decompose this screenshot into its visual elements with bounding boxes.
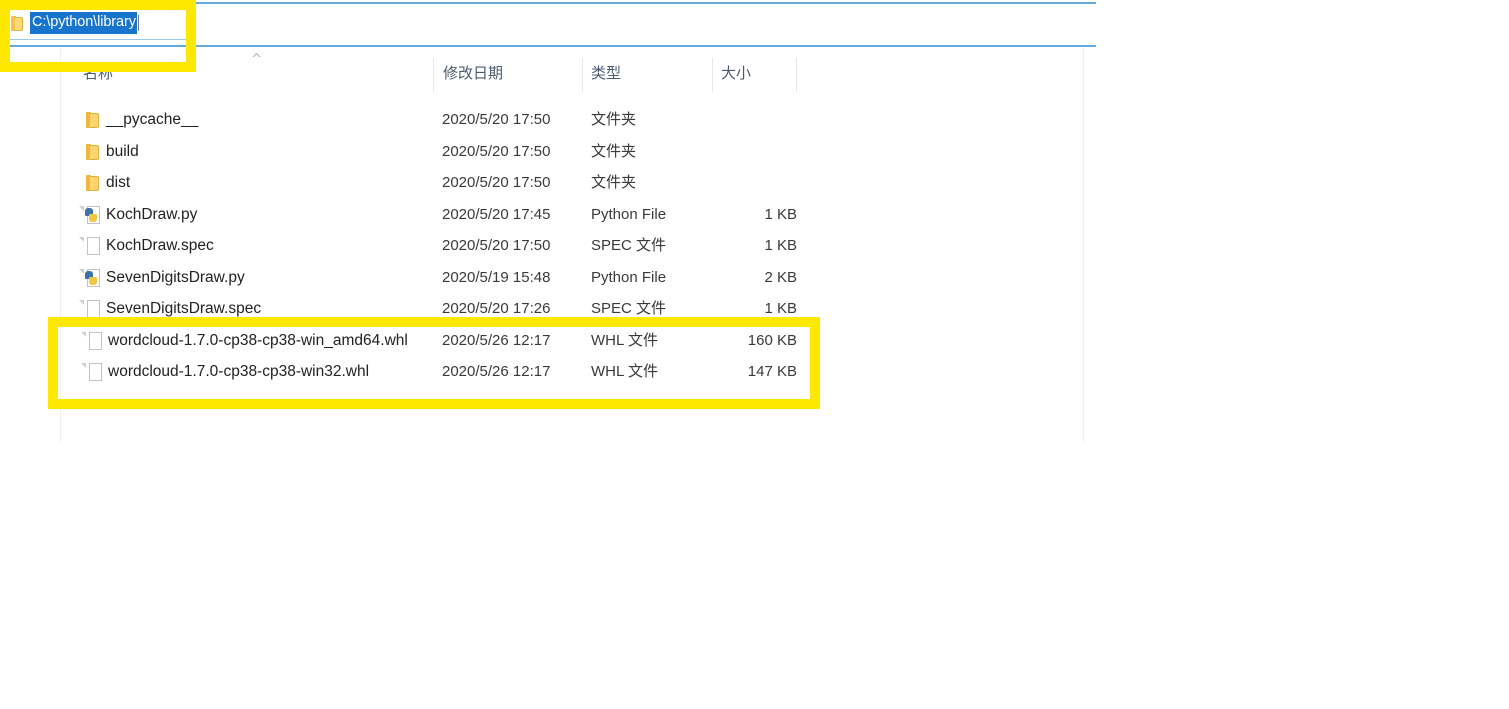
file-type-cell: SPEC 文件 bbox=[591, 300, 667, 317]
file-name-cell[interactable]: SevenDigitsDraw.py bbox=[106, 262, 245, 294]
file-icon-cell bbox=[79, 205, 103, 225]
file-name-cell[interactable]: build bbox=[106, 136, 139, 168]
file-type-cell: SPEC 文件 bbox=[591, 237, 667, 254]
date-modified-cell: 2020/5/20 17:50 bbox=[442, 237, 551, 254]
column-header-date-modified[interactable]: 修改日期 bbox=[443, 64, 503, 84]
address-bar-top-rule bbox=[0, 2, 1096, 4]
file-size-cell: 147 KB bbox=[747, 363, 797, 380]
date-modified-cell: 2020/5/26 12:17 bbox=[442, 331, 551, 349]
date-modified-cell: 2020/5/20 17:45 bbox=[442, 205, 551, 223]
file-icon-cell bbox=[81, 331, 105, 351]
date-modified-cell: 2020/5/26 12:17 bbox=[442, 363, 551, 380]
file-type-cell: 文件夹 bbox=[591, 111, 637, 128]
file-type-cell: Python File bbox=[591, 205, 667, 223]
file-type-cell: WHL 文件 bbox=[591, 363, 658, 380]
file-name-cell[interactable]: KochDraw.spec bbox=[106, 230, 214, 262]
table-row[interactable]: build 2020/5/20 17:50 文件夹 bbox=[61, 136, 1083, 168]
text-caret bbox=[137, 15, 139, 31]
table-row[interactable]: SevenDigitsDraw.spec 2020/5/20 17:26 SPEC … bbox=[61, 293, 1083, 325]
file-icon-cell bbox=[79, 268, 103, 288]
table-row[interactable]: KochDraw.py 2020/5/20 17:45 Python File 1 K… bbox=[61, 199, 1083, 231]
file-type-cell: 文件夹 bbox=[591, 142, 637, 160]
table-row[interactable]: wordcloud-1.7.0-cp38-cp38-win32.whl 2020/… bbox=[61, 356, 1083, 388]
file-icon-cell bbox=[85, 142, 103, 162]
table-row[interactable]: KochDraw.spec 2020/5/20 17:50 SPEC 文件 1 KB bbox=[61, 230, 1083, 262]
column-header-type[interactable]: 类型 bbox=[591, 64, 621, 84]
file-name-cell[interactable]: SevenDigitsDraw.spec bbox=[106, 293, 261, 325]
file-rows: __pycache__ 2020/5/20 17:50 文件夹 build 2020/5… bbox=[61, 104, 1083, 388]
table-row[interactable]: dist 2020/5/20 17:50 文件夹 bbox=[61, 167, 1083, 199]
table-row[interactable]: __pycache__ 2020/5/20 17:50 文件夹 bbox=[61, 104, 1083, 136]
folder-icon bbox=[11, 15, 24, 31]
file-icon-cell bbox=[85, 110, 103, 130]
file-type-cell: WHL 文件 bbox=[591, 331, 658, 349]
address-bar-input[interactable]: C:\python\library bbox=[4, 6, 190, 40]
date-modified-cell: 2020/5/20 17:50 bbox=[442, 142, 551, 160]
column-header-name[interactable]: 名称 bbox=[83, 64, 113, 84]
file-icon-cell bbox=[85, 173, 103, 193]
file-size-cell: 1 KB bbox=[764, 300, 797, 317]
date-modified-cell: 2020/5/20 17:50 bbox=[442, 111, 551, 128]
file-name-cell[interactable]: dist bbox=[106, 167, 130, 199]
table-row[interactable]: SevenDigitsDraw.py 2020/5/19 15:48 Python … bbox=[61, 262, 1083, 294]
file-name-cell[interactable]: KochDraw.py bbox=[106, 199, 197, 231]
file-icon-cell bbox=[79, 236, 103, 256]
date-modified-cell: 2020/5/20 17:50 bbox=[442, 174, 551, 191]
file-icon-cell bbox=[79, 299, 103, 319]
file-icon-cell bbox=[81, 362, 105, 382]
column-header-size[interactable]: 大小 bbox=[721, 64, 751, 84]
date-modified-cell: 2020/5/20 17:26 bbox=[442, 300, 551, 317]
file-name-cell[interactable]: wordcloud-1.7.0-cp38-cp38-win32.whl bbox=[108, 356, 369, 388]
file-size-cell: 1 KB bbox=[764, 237, 797, 254]
file-type-cell: 文件夹 bbox=[591, 174, 637, 191]
address-path-text[interactable]: C:\python\library bbox=[30, 12, 137, 34]
file-name-cell[interactable]: __pycache__ bbox=[106, 104, 198, 136]
column-header-row: 名称 修改日期 类型 大小 bbox=[61, 64, 1083, 98]
file-list-panel: ^ 名称 修改日期 类型 大小 __pycache__ 2020/5/20 17:… bbox=[60, 48, 1084, 444]
file-type-cell: Python File bbox=[591, 268, 667, 286]
date-modified-cell: 2020/5/19 15:48 bbox=[442, 268, 551, 286]
address-bar-band: C:\python\library bbox=[0, 0, 1096, 48]
file-size-cell: 160 KB bbox=[747, 331, 797, 349]
file-name-cell[interactable]: wordcloud-1.7.0-cp38-cp38-win_amd64.whl bbox=[108, 325, 408, 357]
file-size-cell: 1 KB bbox=[764, 205, 797, 223]
table-row[interactable]: wordcloud-1.7.0-cp38-cp38-win_amd64.whl 2… bbox=[61, 325, 1083, 357]
address-bar-bottom-rule bbox=[0, 45, 1096, 47]
file-size-cell: 2 KB bbox=[764, 268, 797, 286]
file-explorer-window: C:\python\library ^ 名称 修改日期 类型 大小 __pyca… bbox=[0, 0, 1509, 709]
